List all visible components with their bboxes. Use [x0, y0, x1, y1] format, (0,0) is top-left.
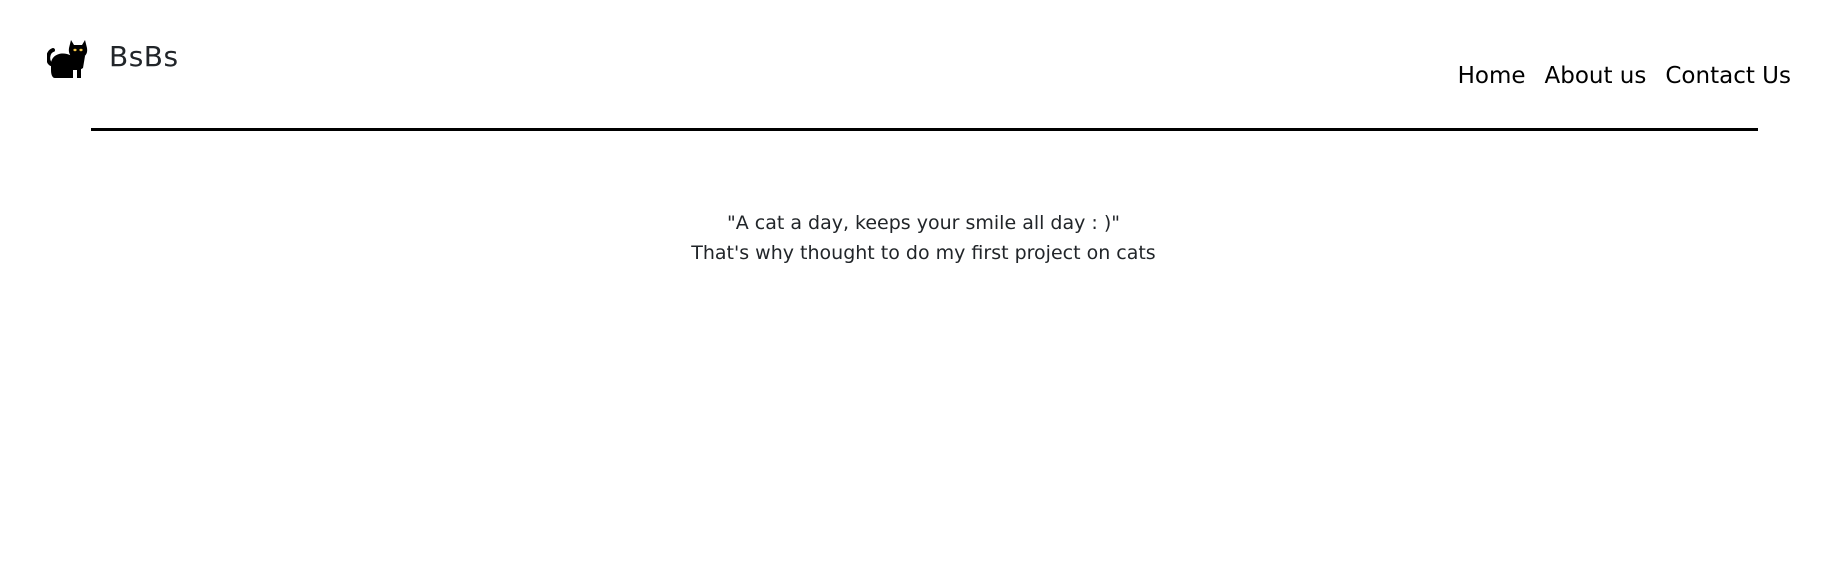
brand-name: BsBs — [109, 40, 179, 73]
nav-link-contact-us[interactable]: Contact Us — [1665, 60, 1791, 92]
brand-link[interactable]: BsBs — [47, 34, 179, 80]
cat-icon — [47, 34, 89, 80]
quote-text: "A cat a day, keeps your smile all day :… — [726, 212, 1121, 234]
main-nav: Home About us Contact Us — [1458, 60, 1791, 92]
page: BsBs Home About us Contact Us "A cat a d… — [0, 0, 1847, 568]
nav-link-home[interactable]: Home — [1458, 60, 1526, 92]
nav-link-about-us[interactable]: About us — [1545, 60, 1647, 92]
header-divider — [91, 128, 1758, 131]
main-content: "A cat a day, keeps your smile all day :… — [0, 208, 1847, 268]
site-header: BsBs Home About us Contact Us — [0, 0, 1847, 140]
intro-text: That's why thought to do my first projec… — [691, 242, 1156, 264]
